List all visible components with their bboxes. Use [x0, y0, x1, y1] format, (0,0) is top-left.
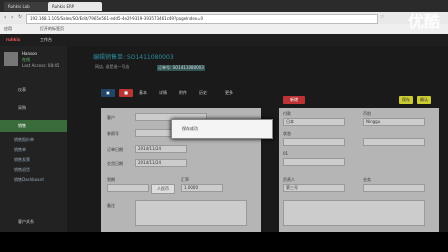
- sidebar-item-label: 销售Dashboard: [14, 177, 44, 182]
- tab-basic[interactable]: 基本: [139, 91, 147, 95]
- order-number: 订单号: SO1411080003: [157, 65, 205, 71]
- delivery-date-field[interactable]: 2014/11/24: [135, 159, 187, 167]
- url-input[interactable]: 192.168.1.105/Sales/SO/Edit/7965e561-edd…: [26, 14, 378, 24]
- star-icon[interactable]: ☆: [380, 15, 384, 20]
- bookmark-tabs[interactable]: 打开的标签页: [40, 27, 64, 31]
- sidebar-item-invoice[interactable]: 销售发票: [0, 156, 67, 165]
- label-business: 业务: [363, 177, 371, 182]
- label-payment: 付款: [283, 111, 291, 116]
- tab-history[interactable]: 历史: [199, 91, 207, 95]
- address-bar-row: ‹ › ↻ 192.168.1.105/Sales/SO/Edit/7965e5…: [0, 12, 448, 24]
- order-date-value: 2014/11/24: [138, 146, 162, 151]
- label-status: 状态: [283, 131, 291, 136]
- tab-detail[interactable]: 详情: [159, 91, 167, 95]
- label-order-date: 订单日期: [107, 147, 123, 152]
- sidebar-item-sales[interactable]: 销售: [0, 120, 67, 132]
- notes-field[interactable]: [283, 200, 425, 226]
- extra-field[interactable]: [363, 138, 425, 146]
- sidebar-item-label: 采购: [18, 105, 26, 110]
- nav-workbench[interactable]: 工作台: [40, 38, 52, 42]
- status-badge-label: 新增: [290, 97, 298, 102]
- sidebar-item-return[interactable]: 销售退货: [0, 166, 67, 175]
- payment-value: 日本: [286, 119, 294, 124]
- url-text: 192.168.1.105/Sales/SO/Edit/7965e561-edd…: [30, 16, 204, 21]
- avatar: [4, 52, 18, 66]
- remark-field[interactable]: [135, 200, 247, 226]
- sidebar-item-order[interactable]: 销售单: [0, 146, 67, 155]
- status-field[interactable]: [283, 138, 345, 146]
- label-remark: 备注: [107, 203, 115, 208]
- label-due: 到期: [107, 177, 115, 182]
- label-owner: 负责人: [283, 177, 295, 182]
- page-title: 编辑销售单: SO1411080003: [93, 54, 174, 61]
- tab-ruhkis-erp[interactable]: Ruhkis ERP: [48, 2, 102, 11]
- last-access: Last Access: 08:45: [22, 63, 60, 68]
- save-icon[interactable]: ▣: [101, 89, 115, 97]
- rate-field[interactable]: 1.0000: [181, 184, 223, 192]
- save-button[interactable]: 保存: [399, 96, 413, 104]
- success-toast: 保存成功: [171, 119, 273, 139]
- owner-value: 第三号: [286, 185, 298, 190]
- currency-value: Ninggu: [366, 119, 381, 124]
- video-bottom-bar: [0, 232, 448, 252]
- browser-tab-strip: Ruhkis Lab Ruhkis ERP: [0, 0, 448, 12]
- bookmark-apps[interactable]: 应用: [4, 27, 12, 31]
- watermark-logo: 优酷: [407, 12, 440, 31]
- order-date-field[interactable]: 2014/11/24: [135, 145, 187, 153]
- tab-label: Ruhkis ERP: [52, 4, 75, 9]
- sidebar-item-label: 销售退货: [14, 167, 30, 172]
- sidebar-item-label: 仪表: [18, 87, 26, 92]
- refresh-icon[interactable]: ↻: [18, 15, 22, 20]
- app-top-bar: ruhkis 工作台: [0, 34, 448, 46]
- print-icon[interactable]: ■: [119, 89, 133, 97]
- save-button-label: 保存: [402, 97, 410, 102]
- status-badge: 新增: [283, 96, 305, 104]
- payment-field[interactable]: 日本: [283, 118, 345, 126]
- toast-message: 保存成功: [182, 126, 198, 131]
- label-delivery-date: 交货日期: [107, 161, 123, 166]
- sidebar-item-purchase[interactable]: 采购: [0, 102, 67, 114]
- label-rate: 汇率: [181, 177, 189, 182]
- tab-ruhkis-lab[interactable]: Ruhkis Lab: [4, 2, 52, 11]
- label-customer: 客户: [107, 115, 115, 120]
- currency-field[interactable]: Ninggu: [363, 118, 425, 126]
- back-icon[interactable]: ‹: [4, 15, 6, 21]
- label-ref: 参照号: [107, 131, 119, 136]
- label-num: 01: [283, 151, 289, 156]
- num-field[interactable]: [283, 158, 345, 166]
- currency-button-label: 人民币: [157, 186, 169, 191]
- app-logo: ruhkis: [6, 37, 21, 42]
- sidebar-item-label: 销售单: [14, 147, 26, 152]
- confirm-button[interactable]: 确认: [417, 96, 431, 104]
- label-currency: 币别: [363, 111, 371, 116]
- sidebar-item-label: 销售: [18, 123, 26, 128]
- delivery-date-value: 2014/11/24: [138, 160, 162, 165]
- sidebar-item-crm[interactable]: 客户关系: [0, 216, 67, 228]
- main-content: 编辑销售单: SO1411080003 网店, 谁是谁一号店 订单号: SO14…: [67, 46, 448, 232]
- forward-icon[interactable]: ›: [11, 15, 13, 21]
- rate-value: 1.0000: [184, 185, 198, 190]
- form-right-panel: 新增 付款 日本 币别 Ninggu 状态 01 负责人 第三号 业务: [279, 96, 439, 232]
- tab-label: Ruhkis Lab: [8, 4, 30, 9]
- due-field[interactable]: [107, 184, 149, 192]
- sidebar-item-sales-dashboard[interactable]: 销售Dashboard: [0, 176, 67, 185]
- business-field[interactable]: [363, 184, 425, 192]
- sidebar-item-label: 销售发票: [14, 157, 30, 162]
- sidebar-item-label: 客户关系: [18, 219, 34, 224]
- sidebar: Hanson 在线 Last Access: 08:45 仪表 采购 销售 销售…: [0, 46, 67, 232]
- user-status: 在线: [22, 57, 30, 62]
- confirm-button-label: 确认: [420, 97, 428, 102]
- sidebar-item-label: 销售报价单: [14, 137, 34, 142]
- currency-button[interactable]: 人民币: [151, 184, 175, 194]
- owner-field[interactable]: 第三号: [283, 184, 345, 192]
- user-name: Hanson: [22, 51, 38, 56]
- tab-attach[interactable]: 附件: [179, 91, 187, 95]
- sidebar-item-quote[interactable]: 销售报价单: [0, 136, 67, 145]
- tab-more[interactable]: 更多: [225, 91, 233, 95]
- page-subtitle: 网店, 谁是谁一号店: [95, 64, 130, 69]
- sidebar-item-dashboard[interactable]: 仪表: [0, 84, 67, 96]
